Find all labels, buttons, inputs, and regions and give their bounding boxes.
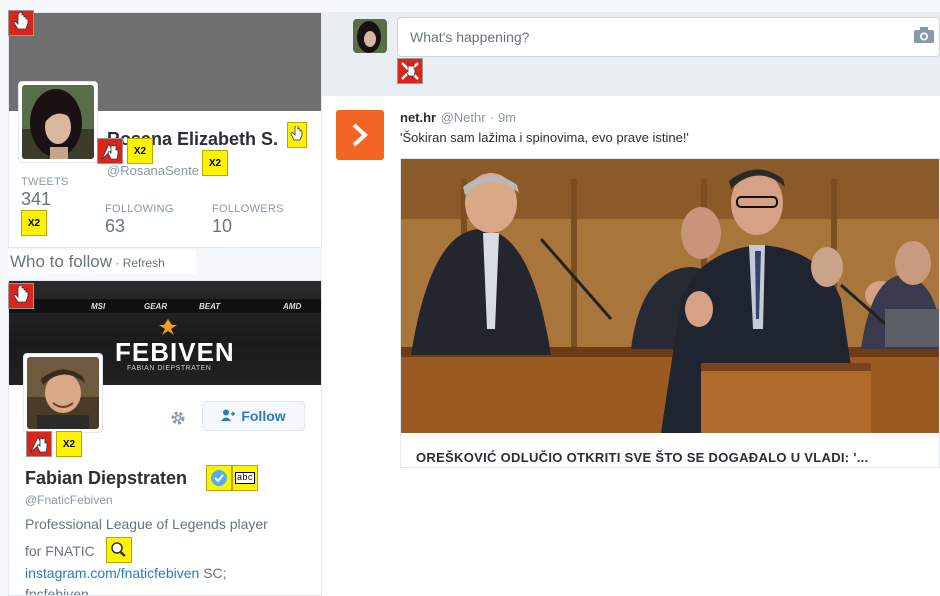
compose-avatar[interactable] [353, 19, 387, 53]
magnifier-icon [106, 537, 132, 563]
suggestion-avatar [27, 357, 99, 429]
banner-subtitle: FABIAN DIEPSTRATEN [127, 365, 212, 372]
double-click-icon: X2 [56, 431, 82, 457]
double-click-icon: X2 [202, 150, 228, 176]
profile-avatar-frame[interactable] [18, 81, 98, 163]
sponsor-gear: GEAR [144, 302, 168, 311]
tweet-text: 'Šokiran sam lažima i spinovima, evo pra… [400, 130, 689, 145]
suggestion-avatar-frame[interactable] [23, 353, 103, 433]
suggestion-bio-line: fncfebiven [25, 586, 89, 596]
separator: · [112, 256, 123, 270]
bio-text: SC; [199, 565, 227, 581]
text-field-icon: abc [232, 465, 258, 491]
sponsor-amd: AMD [283, 302, 302, 311]
tweet-author[interactable]: net.hr [400, 110, 436, 125]
profile-card: Rosana Elizabeth S. @RosanaSente TWEETS … [8, 12, 322, 248]
stat-tweets-label[interactable]: TWEETS [21, 176, 69, 188]
tweet-handle[interactable]: @Nethr [441, 110, 486, 125]
gear-icon[interactable] [169, 409, 187, 432]
refresh-link[interactable]: Refresh [123, 256, 165, 270]
sponsor-msi: MSI [91, 302, 106, 311]
instagram-link[interactable]: instagram.com/fnaticfebiven [25, 565, 199, 581]
hand-drag-icon [397, 58, 423, 84]
tweet-header: net.hr @Nethr · 9m [400, 109, 516, 127]
sponsor-beat: BEAT [199, 302, 221, 311]
suggestion-bio-link-line: instagram.com/fnaticfebiven SC; [25, 562, 227, 585]
double-click-icon: X2 [21, 210, 47, 236]
stat-tweets-value[interactable]: 341 [21, 189, 51, 210]
tweet-photo [401, 159, 939, 433]
double-click-icon: X2 [127, 138, 153, 164]
suggestion-name[interactable]: Fabian Diepstraten [25, 468, 187, 489]
verified-check-icon [206, 465, 232, 491]
hand-warning-icon [26, 431, 52, 457]
nethr-logo-icon[interactable] [336, 110, 384, 160]
tweet-card-headline[interactable]: OREŠKOVIĆ ODLUČIO OTKRITI SVE ŠTO SE DOG… [416, 450, 868, 465]
suggestion-bio-line: Professional League of Legends player [25, 516, 268, 532]
stat-followers-label[interactable]: FOLLOWERS [212, 203, 284, 215]
who-to-follow-heading: Who to follow · Refresh [10, 252, 165, 272]
suggestion-handle[interactable]: @FnaticFebiven [25, 493, 113, 507]
follow-button-label: Follow [241, 408, 286, 424]
banner-title: FEBIVEN [115, 337, 235, 367]
stat-followers-value[interactable]: 10 [212, 216, 232, 237]
hand-warning-icon [97, 138, 123, 164]
suggestion-bio-line: for FNATIC [25, 543, 95, 559]
follow-button[interactable]: Follow [202, 401, 305, 431]
tweet-media-card[interactable]: OREŠKOVIĆ ODLUČIO OTKRITI SVE ŠTO SE DOG… [400, 158, 940, 468]
stat-following-label[interactable]: FOLLOWING [105, 203, 174, 215]
stat-following-value[interactable]: 63 [105, 216, 125, 237]
camera-icon[interactable] [914, 27, 934, 48]
hand-pointer-icon [8, 10, 34, 36]
hand-pointer-icon [8, 283, 34, 309]
who-to-follow-title: Who to follow [10, 252, 113, 271]
add-user-icon [221, 408, 236, 424]
profile-avatar [22, 85, 94, 159]
compose-input[interactable]: What's happening? [397, 17, 940, 57]
tweet-time[interactable]: · 9m [490, 110, 516, 125]
profile-handle[interactable]: @RosanaSente [107, 163, 199, 178]
hand-pointer-icon [287, 122, 307, 148]
